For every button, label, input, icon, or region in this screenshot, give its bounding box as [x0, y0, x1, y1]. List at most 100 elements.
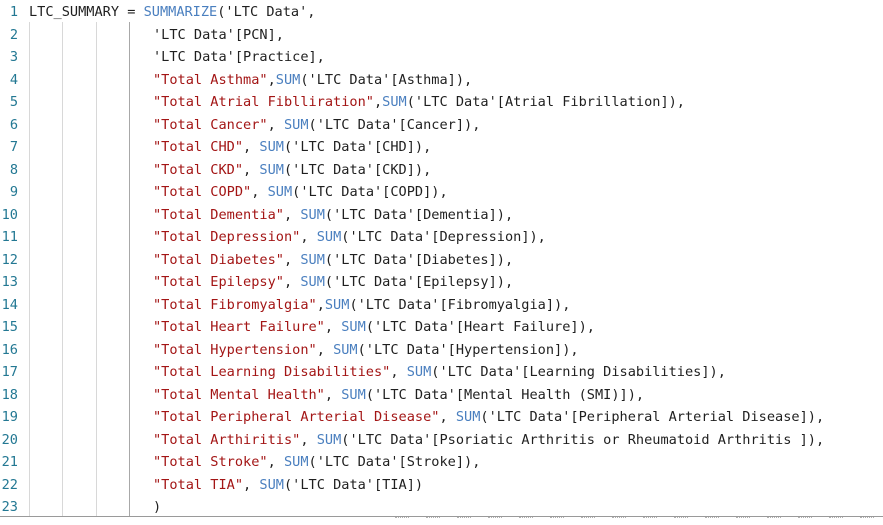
function-token: SUM	[283, 116, 309, 133]
code-text: 'LTC Data'[Practice],	[153, 46, 325, 69]
code-line[interactable]: 2 'LTC Data'[PCN],	[0, 24, 883, 47]
code-token: ,	[324, 319, 342, 335]
code-line[interactable]: 14 "Total Fibromyalgia",SUM('LTC Data'[Fi…	[0, 294, 883, 317]
line-number: 13	[1, 274, 18, 290]
code-line[interactable]: 1 LTC_SUMMARY = SUMMARIZE('LTC Data',	[0, 1, 883, 24]
string-token: "Total Fibromyalgia"	[153, 296, 317, 313]
code-token: ('LTC Data'[Cancer]),	[308, 116, 481, 133]
code-line[interactable]: 5 "Total Atrial Fiblliration",SUM('LTC Da…	[0, 91, 883, 114]
code-text: LTC_SUMMARY = SUMMARIZE('LTC Data',	[29, 1, 315, 24]
column-header-fragment	[426, 517, 440, 524]
code-token: )	[153, 499, 162, 515]
string-token: "Total CKD"	[153, 161, 244, 178]
function-token: SUM	[316, 229, 342, 245]
column-header-fragment	[612, 517, 626, 524]
code-token: ('LTC Data'[Dementia]),	[324, 206, 514, 223]
code-text: "Total TIA", SUM('LTC Data'[TIA])	[153, 474, 423, 497]
line-number: 4	[9, 71, 18, 88]
code-line[interactable]: 3 'LTC Data'[Practice],	[0, 46, 883, 69]
code-token: ,	[243, 476, 260, 493]
function-token: SUM	[300, 206, 325, 223]
function-token: SUM	[300, 274, 325, 290]
code-line[interactable]: 17 "Total Learning Disabilities", SUM('LT…	[0, 361, 883, 384]
code-line[interactable]: 16 "Total Hypertension", SUM('LTC Data'[H…	[0, 339, 883, 362]
code-token: ('LTC Data'[Hypertension]),	[357, 341, 579, 358]
column-header-fragment	[829, 517, 843, 524]
string-token: "Total Epilepsy"	[153, 274, 284, 290]
code-text: "Total Dementia", SUM('LTC Data'[Dementi…	[153, 204, 513, 227]
column-header-fragment	[860, 517, 874, 524]
code-line[interactable]: 21 "Total Stroke", SUM('LTC Data'[Stroke]…	[0, 451, 883, 474]
code-text: "Total Learning Disabilities", SUM('LTC …	[153, 361, 726, 384]
code-token: ,	[316, 341, 334, 358]
line-number: 7	[9, 139, 18, 155]
line-number: 17	[1, 364, 18, 380]
string-token: "Total CHD"	[153, 139, 244, 155]
function-token: SUM	[259, 161, 284, 178]
line-number: 21	[1, 454, 18, 470]
line-number: 11	[1, 229, 18, 245]
column-header-fragment	[674, 517, 688, 524]
code-line[interactable]: 9 "Total COPD", SUM('LTC Data'[COPD]),	[0, 181, 883, 204]
code-text: "Total Fibromyalgia",SUM('LTC Data'[Fibr…	[153, 294, 570, 317]
code-token: ('LTC Data'[CHD]),	[283, 139, 432, 155]
code-token: 'LTC Data'[PCN],	[153, 26, 284, 43]
code-line[interactable]: 13 "Total Epilepsy", SUM('LTC Data'[Epile…	[0, 271, 883, 294]
code-token: ('LTC Data'[Fibromyalgia]),	[349, 296, 571, 313]
column-header-fragment	[798, 517, 812, 524]
code-line[interactable]: 7 "Total CHD", SUM('LTC Data'[CHD]),	[0, 136, 883, 159]
code-line[interactable]: 8 "Total CKD", SUM('LTC Data'[CKD]),	[0, 159, 883, 182]
column-header-fragment	[581, 517, 595, 524]
string-token: "Total Hypertension"	[153, 341, 317, 358]
function-token: SUM	[283, 454, 309, 470]
string-token: "Total Arthiritis"	[153, 431, 301, 448]
code-text: "Total Epilepsy", SUM('LTC Data'[Epileps…	[153, 271, 513, 294]
code-line[interactable]: 15 "Total Heart Failure", SUM('LTC Data'[…	[0, 316, 883, 339]
line-number: 10	[1, 206, 18, 223]
code-token: ('LTC Data'[Asthma]),	[300, 71, 473, 88]
column-header-fragment	[457, 517, 471, 524]
function-token: SUM	[333, 341, 358, 358]
code-text: "Total Peripheral Arterial Disease", SUM…	[153, 406, 824, 429]
code-line[interactable]: 12 "Total Diabetes", SUM('LTC Data'[Diabe…	[0, 249, 883, 272]
function-token: SUM	[316, 431, 342, 448]
line-number: 12	[1, 251, 18, 268]
function-token: SUM	[275, 71, 301, 88]
code-line[interactable]: 6 "Total Cancer", SUM('LTC Data'[Cancer])…	[0, 114, 883, 137]
code-text: "Total Cancer", SUM('LTC Data'[Cancer]),	[153, 114, 480, 137]
code-text: "Total Asthma",SUM('LTC Data'[Asthma]),	[153, 69, 472, 92]
code-token: ,	[324, 386, 342, 403]
line-number: 16	[1, 341, 18, 358]
code-line[interactable]: 19 "Total Peripheral Arterial Disease", S…	[0, 406, 883, 429]
code-line[interactable]: 18 "Total Mental Health", SUM('LTC Data'[…	[0, 384, 883, 407]
code-token: ('LTC Data'[Psoriatic Arthritis or Rheum…	[341, 431, 825, 448]
string-token: "Total Mental Health"	[153, 386, 325, 403]
code-token: ('LTC Data'[Mental Health (SMI)]),	[365, 386, 645, 403]
function-token: SUM	[259, 476, 284, 493]
dax-formula-editor[interactable]: 1 LTC_SUMMARY = SUMMARIZE('LTC Data', 2 'LT…	[0, 0, 883, 517]
code-line[interactable]: 20 "Total Arthiritis", SUM('LTC Data'[Pso…	[0, 429, 883, 452]
code-token: ,	[243, 139, 260, 155]
column-header-fragment	[705, 517, 719, 524]
code-token: ,	[267, 116, 284, 133]
string-token: "Total Atrial Fiblliration"	[153, 94, 374, 110]
code-token: ('LTC Data'[Stroke]),	[308, 454, 481, 470]
string-token: "Total Cancer"	[153, 116, 268, 133]
code-token: ('LTC Data'[Peripheral Arterial Disease]…	[480, 409, 825, 425]
line-number: 1	[9, 4, 18, 20]
function-token: SUM	[455, 409, 481, 425]
column-header-fragment	[488, 517, 502, 524]
code-text: "Total Hypertension", SUM('LTC Data'[Hyp…	[153, 339, 579, 362]
line-number: 22	[1, 476, 18, 493]
code-text: "Total CHD", SUM('LTC Data'[CHD]),	[153, 136, 431, 159]
code-line[interactable]: 10 "Total Dementia", SUM('LTC Data'[Demen…	[0, 204, 883, 227]
code-token: ,	[373, 94, 383, 110]
string-token: "Total Diabetes"	[153, 251, 284, 268]
code-token: ('LTC Data'[Heart Failure]),	[365, 319, 595, 335]
code-text: 'LTC Data'[PCN],	[153, 24, 284, 47]
code-line[interactable]: 4 "Total Asthma",SUM('LTC Data'[Asthma]),	[0, 69, 883, 92]
string-token: "Total Stroke"	[153, 454, 268, 470]
code-line[interactable]: 22 "Total TIA", SUM('LTC Data'[TIA])	[0, 474, 883, 497]
code-line[interactable]: 11 "Total Depression", SUM('LTC Data'[Dep…	[0, 226, 883, 249]
column-header-fragment	[767, 517, 781, 524]
